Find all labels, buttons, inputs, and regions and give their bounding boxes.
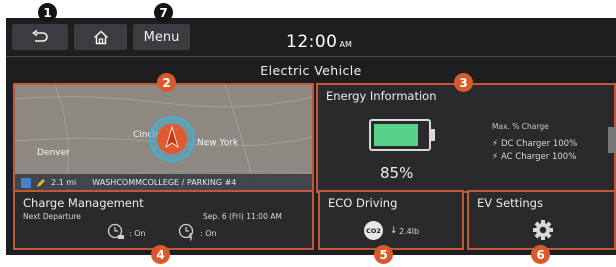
climate-status: : On <box>129 229 146 238</box>
callout-badge: 3 <box>454 73 473 92</box>
clock-time: 12:00 <box>286 32 338 52</box>
eco-driving-card[interactable]: ECO Driving CO2 ↓ 2.4lb <box>318 190 464 250</box>
clock-charge-icon <box>178 223 194 241</box>
callout-badge: 1 <box>38 3 57 22</box>
co2-icon: CO2 <box>364 221 383 240</box>
co2-label: CO2 <box>366 226 381 235</box>
map-city-label: Denver <box>37 148 70 158</box>
ac-charger-value: AC Charger 100% <box>500 152 577 162</box>
ev-settings-title: EV Settings <box>477 196 543 210</box>
back-icon <box>32 30 48 42</box>
clock-ampm: AM <box>339 40 352 49</box>
pencil-icon <box>37 178 45 187</box>
home-button[interactable] <box>74 24 127 50</box>
down-arrow-icon: ↓ <box>390 226 398 236</box>
energy-card-title: Energy Information <box>326 89 437 103</box>
map-destination: WASHCOMMCOLLEGE / PARKING #4 <box>92 178 237 187</box>
back-button[interactable] <box>12 24 68 50</box>
charge-status: : On <box>200 229 217 238</box>
callout-badge: 5 <box>374 245 393 264</box>
charge-card-title: Charge Management <box>23 196 144 210</box>
callout-badge: 6 <box>531 245 550 264</box>
clock-climate-icon <box>107 223 124 239</box>
ev-settings-card[interactable]: EV Settings <box>467 190 616 250</box>
page-title: Electric Vehicle <box>260 63 362 78</box>
next-departure-label: Next Departure <box>23 212 81 221</box>
side-scroll-tab[interactable] <box>608 127 616 153</box>
map-city-label: New York <box>197 138 239 148</box>
clock: 12:00 AM <box>286 32 352 52</box>
lightning-icon: ⚡ <box>492 139 498 149</box>
co2-value: 2.4lb <box>399 227 420 236</box>
map-distance: 2.1 mi <box>51 178 77 187</box>
compass-icon <box>149 116 195 162</box>
gear-icon <box>533 220 553 240</box>
nav-flag-icon <box>21 177 31 188</box>
energy-information-card[interactable]: Energy Information 85% Max. % Charge ⚡ DC… <box>316 83 616 193</box>
battery-percent: 85% <box>380 164 414 182</box>
ev-screen: Menu 12:00AM Electric Vehicle Denver Cin… <box>6 18 616 255</box>
ac-charger-row: ⚡ AC Charger 100% <box>492 152 576 162</box>
map-view[interactable]: Denver Cincinnati New York 2.1 mi WASHCO… <box>15 85 312 191</box>
map-footer: 2.1 mi WASHCOMMCOLLEGE / PARKING #4 <box>15 174 312 191</box>
dc-charger-row: ⚡ DC Charger 100% <box>492 139 577 149</box>
callout-badge: 4 <box>151 245 170 264</box>
callout-badge: 2 <box>157 73 176 92</box>
battery-icon <box>369 119 435 151</box>
dc-charger-value: DC Charger 100% <box>500 139 578 149</box>
charge-management-card[interactable]: Charge Management Next Departure Sep. 6 … <box>13 190 314 250</box>
callout-badge: 7 <box>154 3 173 22</box>
max-charge-label: Max. % Charge <box>492 122 549 131</box>
header-divider <box>6 56 616 57</box>
menu-label: Menu <box>143 29 180 45</box>
departure-time: Sep. 6 (Fri) 11:00 AM <box>203 212 282 221</box>
home-icon <box>93 29 108 44</box>
eco-card-title: ECO Driving <box>328 196 398 210</box>
menu-button[interactable]: Menu <box>133 24 190 50</box>
top-bar: Menu 12:00 AM <box>6 24 616 54</box>
lightning-icon: ⚡ <box>492 152 498 162</box>
